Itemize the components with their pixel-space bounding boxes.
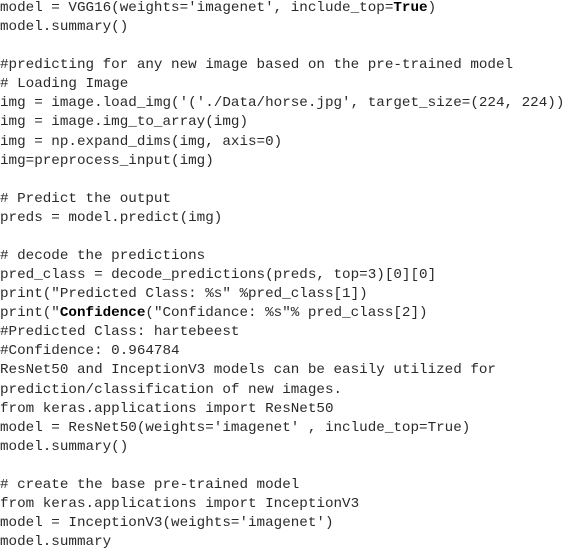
code-text: # Loading Image — [0, 76, 129, 93]
code-line: preds = model.predict(img) — [0, 209, 564, 228]
code-text: model = InceptionV3(weights='imagenet') — [0, 515, 334, 532]
code-keyword-bold: True — [393, 0, 428, 16]
code-line: # decode the predictions — [0, 247, 564, 266]
code-line: #Confidence: 0.964784 — [0, 342, 564, 361]
code-line: model.summary() — [0, 438, 564, 457]
code-text: print("Predicted Class: %s" %pred_class[… — [0, 286, 368, 303]
code-line: #Predicted Class: hartebeest — [0, 323, 564, 342]
code-line: ResNet50 and InceptionV3 models can be e… — [0, 361, 564, 380]
code-text: from keras.applications import Inception… — [0, 496, 360, 513]
code-line: from keras.applications import ResNet50 — [0, 400, 564, 419]
code-line: print("Confidence("Confidance: %s"% pred… — [0, 304, 564, 323]
code-text: from keras.applications import ResNet50 — [0, 400, 334, 417]
code-text: # create the base pre-trained model — [0, 476, 300, 493]
code-line: model = VGG16(weights='imagenet', includ… — [0, 0, 564, 18]
code-line: model = InceptionV3(weights='imagenet') — [0, 514, 564, 533]
code-line: # create the base pre-trained model — [0, 476, 564, 495]
code-line: # Loading Image — [0, 75, 564, 94]
code-text: model = VGG16(weights='imagenet', includ… — [0, 0, 394, 16]
code-line: model = ResNet50(weights='imagenet' , in… — [0, 419, 564, 438]
code-text: #Predicted Class: hartebeest — [0, 324, 240, 341]
code-text: model.summary() — [0, 438, 129, 455]
code-line: img=preprocess_input(img) — [0, 152, 564, 171]
code-text: #Confidence: 0.964784 — [0, 343, 180, 360]
code-text: print(" — [0, 305, 60, 322]
code-text: img = image.img_to_array(img) — [0, 114, 248, 131]
code-line: model.summary — [0, 533, 564, 552]
code-text: img = image.load_img('('./Data/horse.jpg… — [0, 95, 565, 112]
code-text: model.summary — [0, 534, 112, 551]
code-text: pred_class = decode_predictions(preds, t… — [0, 267, 437, 284]
code-line: # Predict the output — [0, 190, 564, 209]
code-text: img=preprocess_input(img) — [0, 152, 214, 169]
code-text: model.summary() — [0, 19, 129, 36]
code-line: img = image.load_img('('./Data/horse.jpg… — [0, 94, 564, 113]
code-text: # Predict the output — [0, 190, 172, 207]
code-line: pred_class = decode_predictions(preds, t… — [0, 266, 564, 285]
code-line: from keras.applications import Inception… — [0, 495, 564, 514]
code-line: print("Predicted Class: %s" %pred_class[… — [0, 285, 564, 304]
code-text: model = ResNet50(weights='imagenet' , in… — [0, 419, 471, 436]
code-text: ResNet50 and InceptionV3 models can be e… — [0, 362, 496, 379]
code-text: #predicting for any new image based on t… — [0, 57, 514, 74]
code-line: prediction/classification of new images. — [0, 381, 564, 400]
code-text: preds = model.predict(img) — [0, 209, 223, 226]
code-text: prediction/classification of new images. — [0, 381, 343, 398]
code-line: img = image.img_to_array(img) — [0, 113, 564, 132]
code-line: img = np.expand_dims(img, axis=0) — [0, 133, 564, 152]
code-keyword-bold: Confidence — [59, 305, 146, 322]
code-line: #predicting for any new image based on t… — [0, 56, 564, 75]
code-text: ("Confidance: %s"% pred_class[2]) — [145, 305, 428, 322]
code-text: ) — [427, 0, 437, 16]
code-text: img = np.expand_dims(img, axis=0) — [0, 133, 283, 150]
code-listing: model = VGG16(weights='imagenet', includ… — [0, 0, 564, 552]
code-text: # decode the predictions — [0, 248, 206, 265]
code-line: model.summary() — [0, 18, 564, 37]
